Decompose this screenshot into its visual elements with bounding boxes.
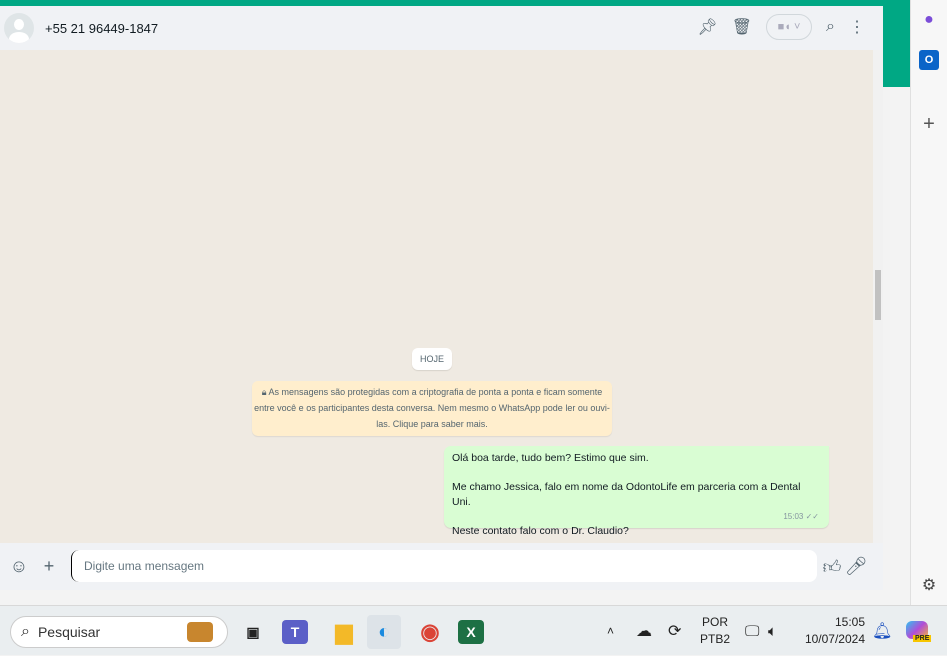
sync-icon[interactable]: ⟳ <box>668 606 681 656</box>
edge-sidebar: ● O + ⚙ <box>910 0 947 605</box>
teams-icon[interactable]: T <box>282 620 308 644</box>
pre-badge: PRE <box>913 634 932 642</box>
message-line: Me chamo Jessica, falo em nome da Odonto… <box>452 481 801 508</box>
file-explorer-icon[interactable]: ▆ <box>327 615 361 649</box>
contact-name[interactable]: +55 21 96449-1847 <box>45 21 158 36</box>
search-icon[interactable]: ⌕ <box>826 18 835 36</box>
clock[interactable]: 15:05 10/07/2024 <box>805 606 865 656</box>
video-icon: ■◖ ˅ <box>777 21 801 33</box>
task-view-icon[interactable]: ▣ <box>236 615 270 649</box>
microphone-icon[interactable]: 🎤︎ <box>841 556 871 577</box>
double-check-icon: ✓✓ <box>805 511 819 521</box>
encryption-notice-text: As mensagens são protegidas com a cripto… <box>254 387 610 429</box>
pin-icon[interactable]: 📌︎ <box>697 17 717 37</box>
message-line: Olá boa tarde, tudo bem? Estimo que sim. <box>452 452 649 464</box>
outlook-icon[interactable]: O <box>919 50 939 70</box>
video-call-button[interactable]: ■◖ ˅ <box>766 14 813 40</box>
settings-gear-icon[interactable]: ⚙ <box>919 575 939 595</box>
onedrive-icon[interactable]: ☁ <box>636 606 652 656</box>
attach-plus-icon[interactable]: + <box>34 556 64 577</box>
copilot-icon[interactable]: ● <box>919 10 939 30</box>
add-icon[interactable]: + <box>919 113 939 135</box>
copilot-taskbar-icon[interactable]: PRE <box>903 606 932 656</box>
encryption-notice[interactable]: 🔒︎ As mensagens são protegidas com a cri… <box>252 381 612 436</box>
date-divider: HOJE <box>412 348 452 370</box>
menu-icon[interactable]: ⋮ <box>849 17 865 37</box>
search-label: Pesquisar <box>37 624 101 640</box>
message-line: Neste contato falo com o Dr. Claudio? <box>452 524 629 537</box>
volume-icon[interactable]: 🔈︎ <box>768 606 777 656</box>
chat-header: +55 21 96449-1847 📌︎ 🗑︎ ■◖ ˅ ⌕ ⋮ <box>0 6 883 50</box>
scrollbar[interactable] <box>873 50 883 543</box>
search-icon: ⌕ <box>21 623 30 640</box>
message-input[interactable]: Digite uma mensagem <box>71 550 817 582</box>
taskbar: ⌕ Pesquisar ▣ T ▆ ◐ ◉ X ˄ ☁ ⟳ POR PTB2 🖵… <box>0 605 947 655</box>
chat-area: HOJE 🔒︎ As mensagens são protegidas com … <box>0 50 883 543</box>
clock-date: 10/07/2024 <box>804 632 865 646</box>
trash-icon[interactable]: 🗑︎ <box>732 17 752 37</box>
chrome-icon[interactable]: ◉ <box>413 615 447 649</box>
excel-icon[interactable]: X <box>458 620 484 644</box>
notification-bell-icon[interactable]: 🔔︎ <box>872 606 892 656</box>
message-time: 15:03 <box>783 511 804 521</box>
clock-time: 15:05 <box>834 615 865 629</box>
window-accent <box>883 6 910 87</box>
edge-icon[interactable]: ◐ <box>367 615 401 649</box>
avatar[interactable] <box>4 13 34 43</box>
lang-bottom: PTB2 <box>700 632 731 646</box>
briefcase-icon <box>187 622 213 642</box>
outgoing-message[interactable]: Olá boa tarde, tudo bem? Estimo que sim.… <box>444 446 829 537</box>
language-indicator[interactable]: POR PTB2 <box>700 606 730 656</box>
composer: ☺ + Digite uma mensagem 👍︎ 🎤︎ <box>0 543 883 590</box>
lock-icon: 🔒︎ <box>261 387 269 397</box>
show-hidden-icons[interactable]: ˄ <box>607 606 614 656</box>
taskbar-search[interactable]: ⌕ Pesquisar <box>10 616 228 648</box>
network-icon[interactable]: 🖵︎ <box>745 606 759 656</box>
window-bottom <box>0 590 910 605</box>
emoji-icon[interactable]: ☺ <box>4 556 34 577</box>
lang-top: POR <box>702 615 729 629</box>
